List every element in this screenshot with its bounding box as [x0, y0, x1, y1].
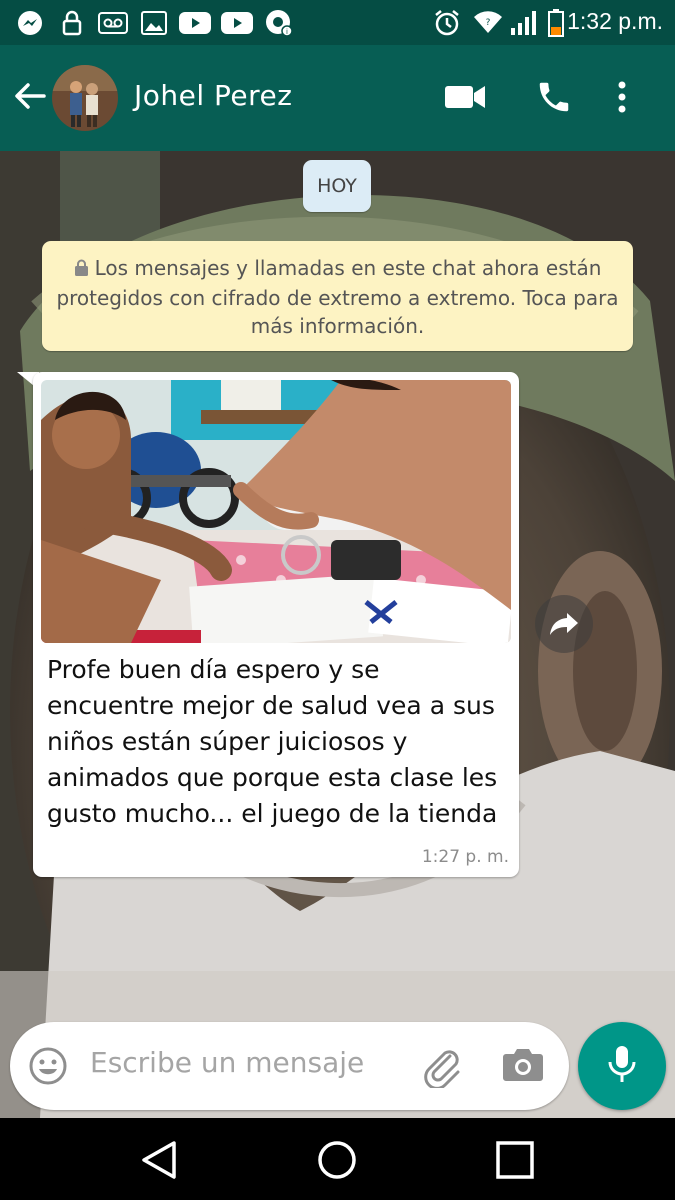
nav-recents-icon[interactable] — [493, 1138, 537, 1182]
gallery-icon — [140, 10, 168, 35]
battery-icon — [546, 8, 566, 37]
status-bar: i ? 1:32 p.m. — [0, 0, 675, 45]
phone-icon[interactable] — [532, 75, 576, 119]
youtube-icon — [178, 10, 212, 35]
mic-button[interactable] — [578, 1022, 666, 1110]
contact-name[interactable]: Johel Perez — [134, 79, 292, 112]
chat-header: Johel Perez — [0, 45, 675, 151]
more-vert-icon[interactable] — [612, 75, 632, 119]
youtube-icon — [220, 10, 254, 35]
encryption-notice-text: Los mensajes y llamadas en este chat aho… — [56, 256, 619, 338]
signal-icon — [508, 10, 538, 35]
svg-text:i: i — [286, 28, 288, 36]
chat-area[interactable]: HOY Los mensajes y llamadas en este chat… — [0, 151, 675, 1118]
date-chip: HOY — [303, 160, 371, 212]
lock-icon — [60, 10, 84, 35]
mic-icon — [607, 1044, 637, 1088]
message-time: 1:27 p. m. — [421, 847, 509, 867]
message-bubble[interactable]: Profe buen día espero y se encuentre mej… — [33, 372, 519, 877]
attach-icon[interactable] — [420, 1044, 464, 1090]
system-nav-bar — [0, 1118, 675, 1200]
message-input[interactable]: Escribe un mensaje — [90, 1046, 364, 1079]
camera-icon[interactable] — [502, 1046, 546, 1086]
voicemail-icon — [98, 10, 128, 35]
messenger-icon — [16, 10, 44, 35]
status-time: 1:32 p.m. — [567, 8, 663, 34]
alarm-icon — [432, 9, 462, 35]
nav-back-icon[interactable] — [137, 1138, 181, 1182]
message-photo[interactable] — [41, 380, 511, 643]
wifi-icon: ? — [472, 10, 504, 35]
chrome-icon: i — [264, 9, 294, 37]
message-composer[interactable]: Escribe un mensaje — [10, 1022, 569, 1110]
forward-icon[interactable] — [535, 595, 593, 653]
avatar[interactable] — [52, 65, 118, 131]
back-arrow-icon[interactable] — [12, 78, 48, 114]
lock-icon — [74, 256, 89, 284]
video-call-icon[interactable] — [443, 75, 487, 119]
svg-text:?: ? — [486, 18, 491, 28]
encryption-notice[interactable]: Los mensajes y llamadas en este chat aho… — [42, 241, 633, 351]
nav-home-icon[interactable] — [315, 1138, 359, 1182]
message-text: Profe buen día espero y se encuentre mej… — [47, 655, 498, 828]
emoji-icon[interactable] — [28, 1046, 68, 1086]
